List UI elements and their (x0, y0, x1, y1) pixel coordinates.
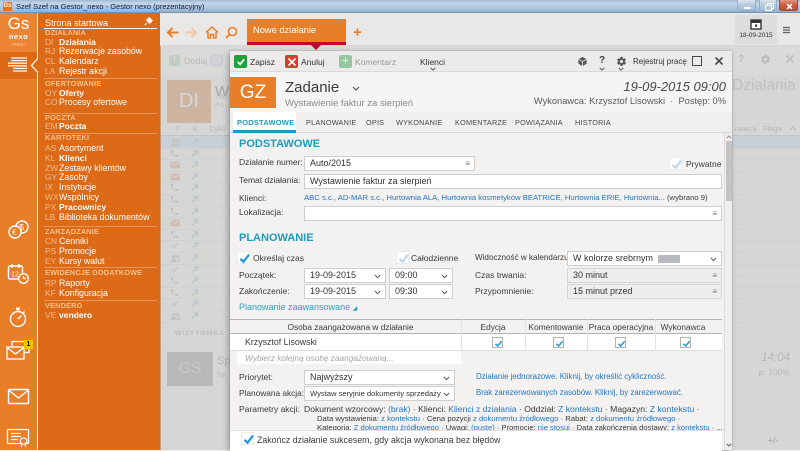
svg-text:12: 12 (11, 272, 19, 279)
svg-text:€: € (12, 227, 17, 237)
